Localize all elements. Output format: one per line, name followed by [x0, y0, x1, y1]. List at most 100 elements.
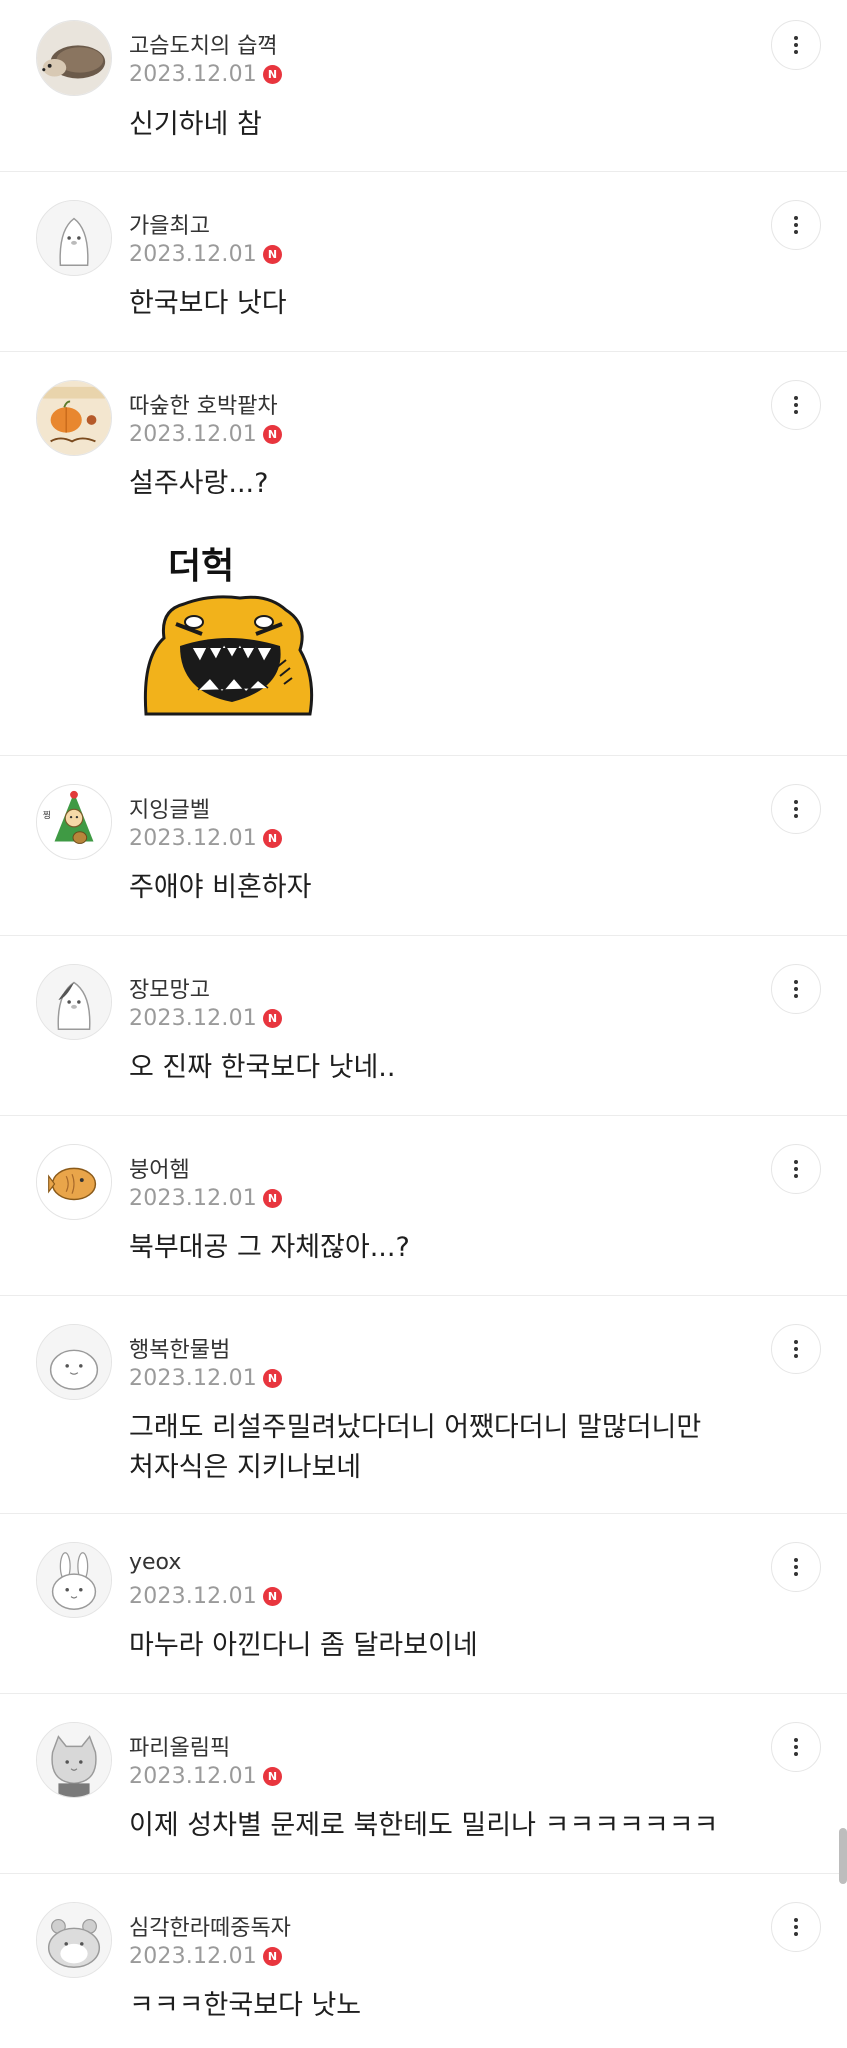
more-options-button[interactable]	[771, 380, 821, 430]
dot-icon	[794, 1558, 798, 1562]
comment-text: 주애야 비혼하자	[129, 872, 312, 903]
avatar-default-rabbit[interactable]	[36, 1542, 112, 1618]
new-badge-icon: N	[262, 1767, 282, 1786]
new-badge-icon: N	[262, 1587, 282, 1606]
comment-date: 2023.12.01	[129, 422, 257, 447]
comment-item: 따숲한 호박팥차 2023.12.01 N 설주사랑...? 더헉	[0, 352, 847, 756]
comment-text: 북부대공 그 자체잖아...?	[129, 1232, 410, 1263]
more-options-button[interactable]	[771, 964, 821, 1014]
comment-date: 2023.12.01	[129, 1006, 257, 1031]
new-badge-icon: N	[262, 1369, 282, 1388]
nickname[interactable]: yeox	[129, 1550, 181, 1575]
dot-icon	[794, 987, 798, 991]
avatar-default-seal[interactable]	[36, 1324, 112, 1400]
comment-meta: 2023.12.01 N	[129, 1006, 282, 1031]
more-options-button[interactable]	[771, 1722, 821, 1772]
scrollbar-thumb[interactable]	[839, 1828, 847, 1884]
comment-meta: 2023.12.01 N	[129, 1186, 282, 1211]
nickname[interactable]: 붕어헴	[129, 1152, 190, 1184]
dot-icon	[794, 1738, 798, 1742]
nickname[interactable]: 따숲한 호박팥차	[129, 388, 278, 420]
comment-date: 2023.12.01	[129, 1764, 257, 1789]
comment-meta: 2023.12.01 N	[129, 62, 282, 87]
avatar-default-cat[interactable]	[36, 1722, 112, 1798]
comment-text: 마누라 아낀다니 좀 달라보이네	[129, 1630, 478, 1661]
comment-text-line: 그래도 리설주밀려났다더니 어쨌다더니 말많더니만	[129, 1412, 702, 1443]
nickname[interactable]: 행복한물범	[129, 1332, 230, 1364]
avatar-default-penguin[interactable]	[36, 200, 112, 276]
avatar-pumpkin-tea[interactable]	[36, 380, 112, 456]
comment-date: 2023.12.01	[129, 1186, 257, 1211]
comment-item: 가을최고 2023.12.01 N 한국보다 낫다	[0, 172, 847, 352]
comment-text: 이제 성차별 문제로 북한테도 밀리나 ㅋㅋㅋㅋㅋㅋㅋ	[129, 1810, 719, 1841]
dot-icon	[794, 1174, 798, 1178]
dot-icon	[794, 50, 798, 54]
dot-icon	[794, 410, 798, 414]
more-options-button[interactable]	[771, 200, 821, 250]
comment-item: 파리올림픽 2023.12.01 N 이제 성차별 문제로 북한테도 밀리나 ㅋ…	[0, 1694, 847, 1874]
comment-item: 장모망고 2023.12.01 N 오 진짜 한국보다 낫네..	[0, 936, 847, 1116]
comment-meta: 2023.12.01 N	[129, 826, 282, 851]
comment-meta: 2023.12.01 N	[129, 422, 282, 447]
comment-item: 고슴도치의 습껵 2023.12.01 N 신기하네 참	[0, 0, 847, 172]
dot-icon	[794, 1565, 798, 1569]
comment-text: ㅋㅋㅋ한국보다 낫노	[129, 1990, 362, 2021]
nickname[interactable]: 파리올림픽	[129, 1730, 230, 1762]
svg-text:찡: 찡	[43, 810, 51, 821]
comment-item: 붕어헴 2023.12.01 N 북부대공 그 자체잖아...?	[0, 1116, 847, 1296]
dot-icon	[794, 36, 798, 40]
dot-icon	[794, 814, 798, 818]
dot-icon	[794, 1572, 798, 1576]
new-badge-icon: N	[262, 1009, 282, 1028]
comment-item: 행복한물범 2023.12.01 N 그래도 리설주밀려났다더니 어쨌다더니 말…	[0, 1296, 847, 1514]
more-options-button[interactable]	[771, 1144, 821, 1194]
more-options-button[interactable]	[771, 1324, 821, 1374]
new-badge-icon: N	[262, 1947, 282, 1966]
dot-icon	[794, 1354, 798, 1358]
dot-icon	[794, 403, 798, 407]
avatar-default-hamster[interactable]	[36, 1902, 112, 1978]
comment-date: 2023.12.01	[129, 1584, 257, 1609]
dot-icon	[794, 230, 798, 234]
more-options-button[interactable]	[771, 20, 821, 70]
avatar-christmas-tree[interactable]: 찡	[36, 784, 112, 860]
dot-icon	[794, 1160, 798, 1164]
dot-icon	[794, 1925, 798, 1929]
dot-icon	[794, 1932, 798, 1936]
dot-icon	[794, 980, 798, 984]
nickname[interactable]: 가을최고	[129, 208, 210, 240]
dot-icon	[794, 807, 798, 811]
more-options-button[interactable]	[771, 1542, 821, 1592]
comment-date: 2023.12.01	[129, 62, 257, 87]
comment-text-line: 처자식은 지키나보네	[129, 1452, 362, 1483]
nickname[interactable]: 장모망고	[129, 972, 210, 1004]
new-badge-icon: N	[262, 1189, 282, 1208]
shocked-yellow-cat-sticker[interactable]: 더헉	[140, 538, 316, 718]
nickname[interactable]: 지잉글벨	[129, 792, 210, 824]
dot-icon	[794, 1745, 798, 1749]
new-badge-icon: N	[262, 425, 282, 444]
new-badge-icon: N	[262, 245, 282, 264]
avatar-default-penguin[interactable]	[36, 964, 112, 1040]
comment-item: yeox 2023.12.01 N 마누라 아낀다니 좀 달라보이네	[0, 1514, 847, 1694]
more-options-button[interactable]	[771, 784, 821, 834]
dot-icon	[794, 1347, 798, 1351]
comment-item: 심각한라떼중독자 2023.12.01 N ㅋㅋㅋ한국보다 낫노	[0, 1874, 847, 2048]
comment-date: 2023.12.01	[129, 826, 257, 851]
comment-item: 찡 지잉글벨 2023.12.01 N 주애야 비혼하자	[0, 756, 847, 936]
nickname[interactable]: 고슴도치의 습껵	[129, 28, 278, 60]
comment-date: 2023.12.01	[129, 1944, 257, 1969]
comment-text: 신기하네 참	[129, 109, 262, 140]
comment-meta: 2023.12.01 N	[129, 1944, 282, 1969]
new-badge-icon: N	[262, 65, 282, 84]
dot-icon	[794, 1752, 798, 1756]
more-options-button[interactable]	[771, 1902, 821, 1952]
comment-meta: 2023.12.01 N	[129, 1764, 282, 1789]
avatar-hedgehog[interactable]	[36, 20, 112, 96]
comment-date: 2023.12.01	[129, 1366, 257, 1391]
comment-meta: 2023.12.01 N	[129, 1366, 282, 1391]
comment-meta: 2023.12.01 N	[129, 1584, 282, 1609]
dot-icon	[794, 1918, 798, 1922]
nickname[interactable]: 심각한라떼중독자	[129, 1910, 291, 1942]
avatar-fish-bread[interactable]	[36, 1144, 112, 1220]
